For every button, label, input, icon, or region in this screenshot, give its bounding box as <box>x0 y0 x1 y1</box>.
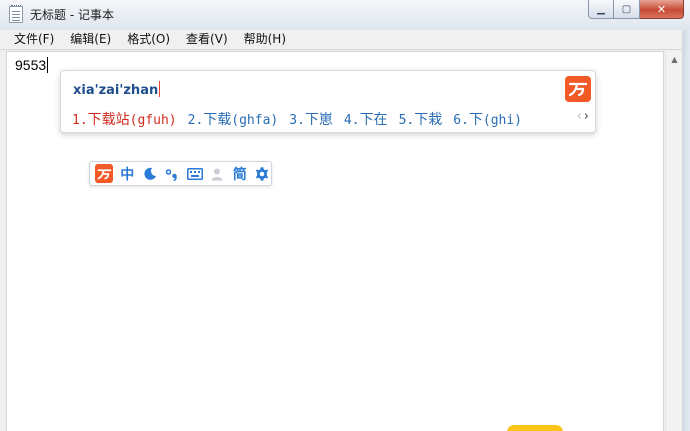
ime-status-bar: 中 简 <box>89 161 272 186</box>
candidate-2[interactable]: 2.下载(ghfa) <box>188 109 279 129</box>
candidate-3[interactable]: 3.下崽 <box>289 109 333 129</box>
candidate-6[interactable]: 6.下(ghi) <box>453 109 522 129</box>
half-width-moon-icon[interactable] <box>141 165 159 183</box>
menu-help[interactable]: 帮助(H) <box>236 30 294 49</box>
page-next-icon[interactable]: › <box>584 109 589 124</box>
editor-content: 9553 <box>15 57 49 73</box>
menu-format[interactable]: 格式(O) <box>119 30 178 49</box>
scroll-up-icon: ▲ <box>671 55 678 64</box>
editor-text: 9553 <box>15 57 47 73</box>
candidate-1[interactable]: 1.下载站(gfuh) <box>72 109 177 129</box>
candidate-pager: ‹ › <box>577 109 589 124</box>
window-controls: ▁ ▢ ✕ <box>588 0 684 20</box>
menu-file[interactable]: 文件(F) <box>6 30 62 49</box>
punctuation-icon[interactable] <box>163 165 181 183</box>
menu-edit[interactable]: 编辑(E) <box>62 30 119 49</box>
page-prev-icon[interactable]: ‹ <box>577 109 582 124</box>
candidate-5[interactable]: 5.下栽 <box>399 109 443 129</box>
ime-candidate-list: 1.下载站(gfuh) 2.下载(ghfa) 3.下崽 4.下在 5.下栽 6.… <box>72 109 533 129</box>
close-icon: ✕ <box>656 2 667 16</box>
ime-logo-icon[interactable] <box>95 164 114 183</box>
floating-bubble[interactable] <box>507 425 563 431</box>
minimize-button[interactable]: ▁ <box>588 0 614 19</box>
ime-candidate-window: xia'zai'zhan 1.下载站(gfuh) 2.下载(ghfa) 3.下崽… <box>60 70 596 133</box>
menu-view[interactable]: 查看(V) <box>178 30 236 49</box>
input-mode-toggle[interactable]: 中 <box>118 164 136 184</box>
candidate-4[interactable]: 4.下在 <box>344 109 388 129</box>
ime-composition: xia'zai'zhan <box>73 81 161 98</box>
minimize-icon: ▁ <box>597 3 605 15</box>
simplified-traditional-toggle[interactable]: 简 <box>231 164 249 184</box>
scroll-up-button[interactable]: ▲ <box>666 51 683 68</box>
text-caret <box>47 57 49 73</box>
close-button[interactable]: ✕ <box>640 0 684 19</box>
settings-gear-icon[interactable] <box>253 165 271 183</box>
title-bar: 无标题 - 记事本 ▁ ▢ ✕ <box>0 0 690 30</box>
window-frame-right <box>682 30 690 431</box>
ime-pinyin-text: xia'zai'zhan <box>73 83 159 98</box>
ime-caret <box>159 81 161 97</box>
soft-keyboard-icon[interactable] <box>186 165 204 183</box>
notepad-icon[interactable] <box>9 5 23 23</box>
user-account-icon[interactable] <box>208 165 226 183</box>
maximize-icon: ▢ <box>621 3 632 15</box>
window-title: 无标题 - 记事本 <box>30 8 114 22</box>
ime-logo-icon[interactable] <box>565 76 591 102</box>
maximize-button[interactable]: ▢ <box>614 0 640 19</box>
vertical-scrollbar[interactable]: ▲ <box>665 51 682 431</box>
menu-bar: 文件(F) 编辑(E) 格式(O) 查看(V) 帮助(H) <box>0 30 690 50</box>
